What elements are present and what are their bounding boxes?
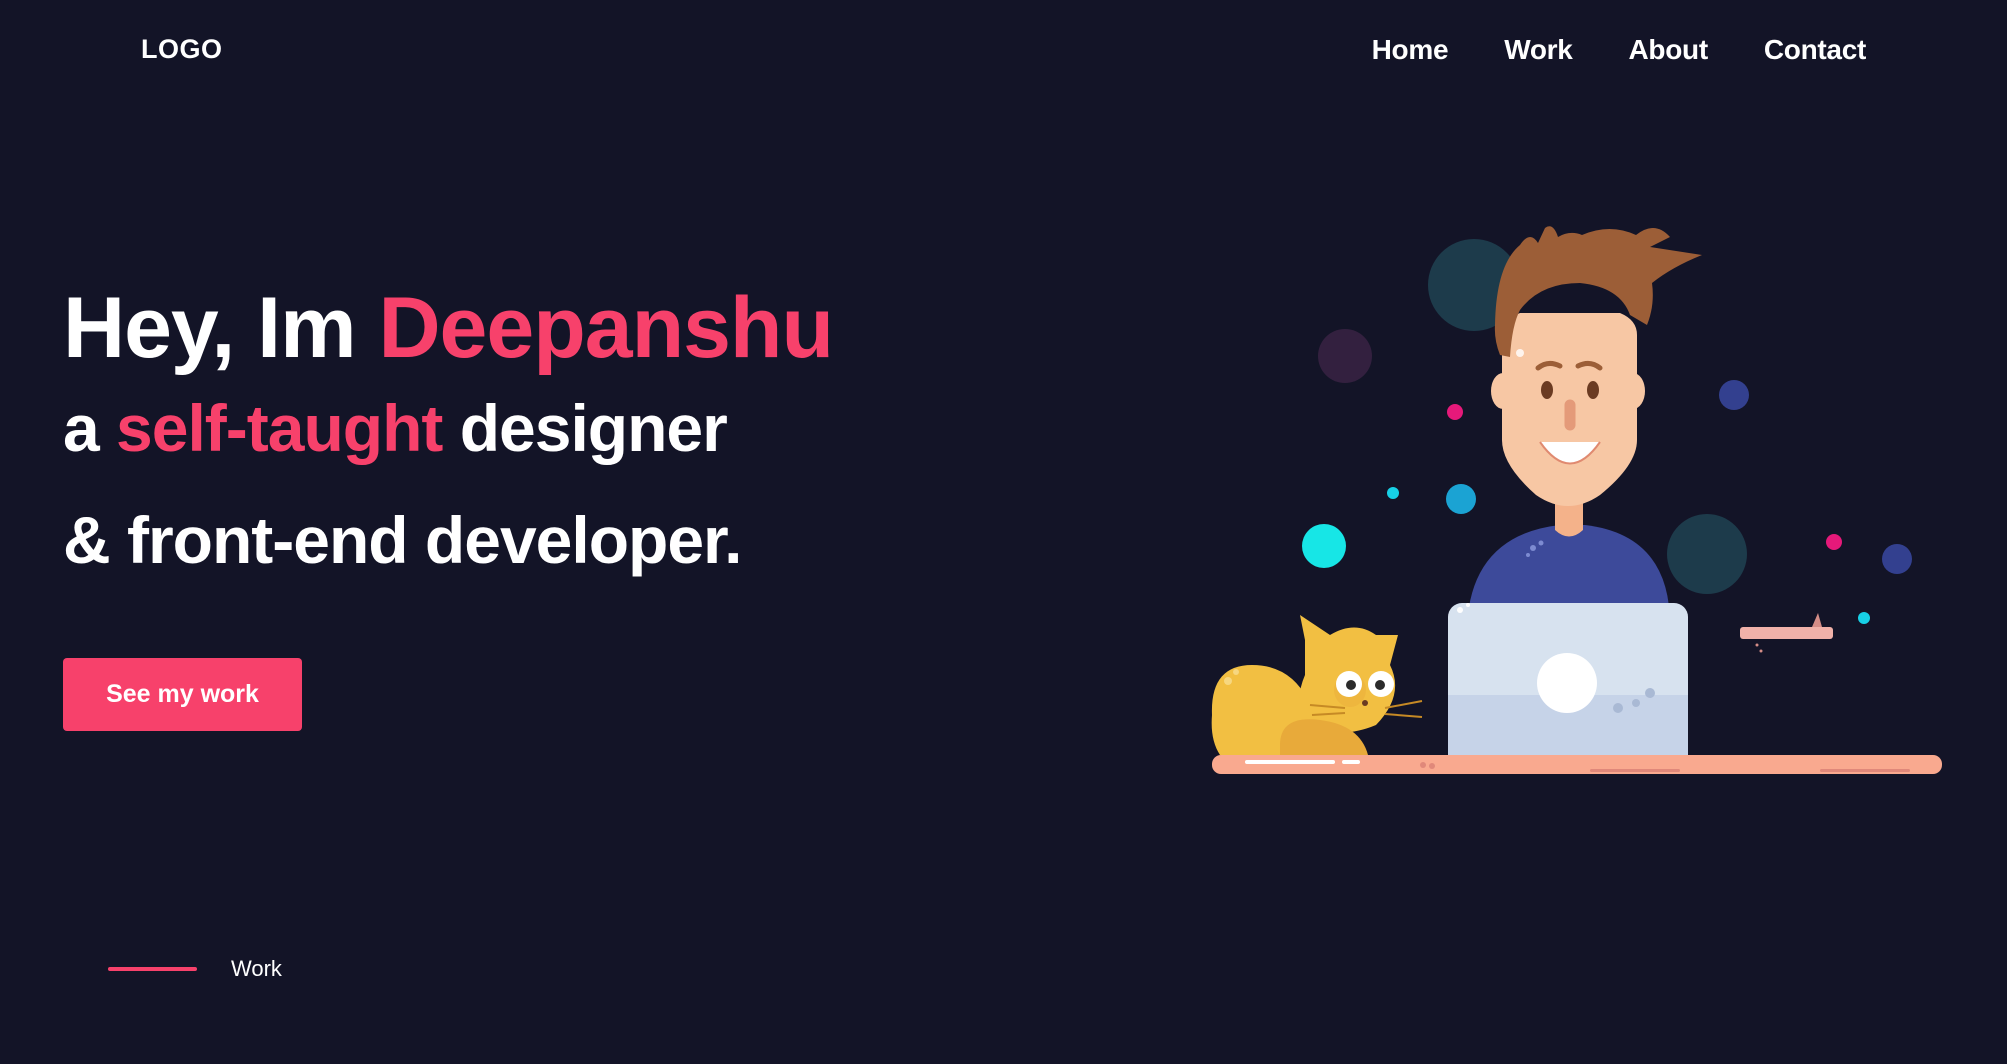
see-my-work-button[interactable]: See my work [63, 658, 302, 731]
pencil-icon [1740, 613, 1833, 653]
person [1467, 226, 1702, 625]
hero-name: Deepanshu [378, 280, 834, 376]
landing-page: LOGO Home Work About Contact Hey, Im Dee… [0, 0, 2007, 1064]
nav-home[interactable]: Home [1372, 34, 1449, 66]
scroll-indicator-label: Work [231, 956, 282, 981]
desk-icon [1212, 755, 1942, 774]
logo[interactable]: LOGO [141, 34, 223, 65]
developer-illustration [1211, 226, 1942, 774]
hero-subtitle-prefix: a [63, 391, 117, 465]
hero-greeting: Hey, Im [63, 280, 379, 376]
nav-contact[interactable]: Contact [1764, 34, 1866, 66]
hero-subtitle-line-1: a self-taught designer [63, 390, 833, 466]
cat-icon [1211, 615, 1423, 755]
nav-work[interactable]: Work [1504, 34, 1573, 66]
laptop-icon [1448, 603, 1688, 763]
hero-heading: Hey, Im Deepanshu [63, 278, 834, 378]
scroll-indicator-line [108, 967, 197, 971]
hero-subtitle-suffix: designer [442, 391, 728, 465]
hero-text: Hey, Im Deepanshu a self-taught designer… [63, 278, 834, 578]
nav-about[interactable]: About [1629, 34, 1709, 66]
scroll-indicator[interactable]: Work [108, 956, 282, 982]
main-nav: Home Work About Contact [1372, 34, 1867, 66]
hero-subtitle-line-2: & front-end developer. [63, 503, 742, 577]
hero-subtitle-accent: self-taught [116, 391, 443, 465]
